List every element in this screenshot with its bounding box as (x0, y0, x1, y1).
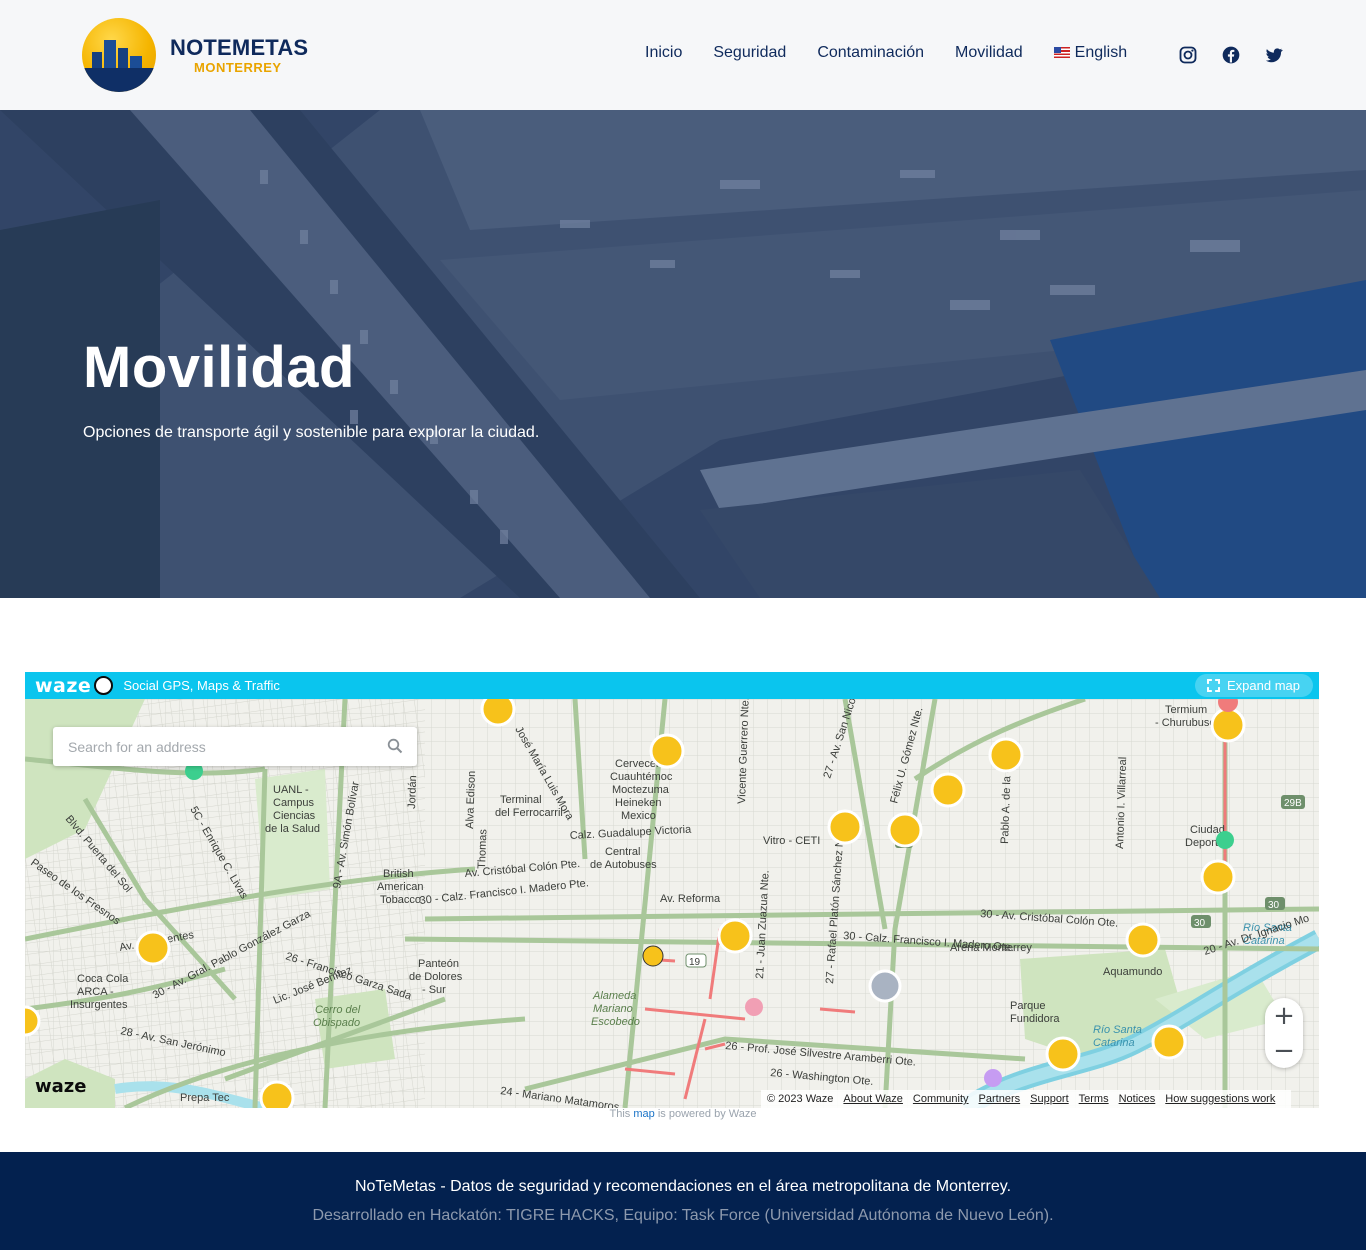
svg-text:Alva Edison: Alva Edison (464, 771, 478, 829)
svg-text:Heineken: Heineken (615, 797, 661, 809)
page-subtitle: Opciones de transporte ágil y sostenible… (83, 424, 540, 441)
svg-text:30: 30 (1194, 918, 1206, 929)
svg-text:Terminal: Terminal (500, 794, 542, 806)
site-logo[interactable]: NOTEMETAS MONTERREY (82, 18, 312, 92)
waze-map-widget[interactable]: waze Social GPS, Maps & Traffic Expand m… (25, 672, 1319, 1108)
support-link[interactable]: Support (1030, 1093, 1069, 1105)
waze-logo[interactable]: waze (35, 675, 91, 697)
expand-map-label: Expand map (1227, 678, 1300, 693)
svg-text:Ciencias: Ciencias (273, 810, 316, 822)
language-switcher[interactable]: English (1053, 44, 1128, 62)
address-search-input[interactable] (68, 738, 368, 755)
expand-map-button[interactable]: Expand map (1195, 674, 1313, 697)
svg-text:de la Salud: de la Salud (265, 823, 320, 835)
svg-text:Mexico: Mexico (621, 810, 656, 822)
waze-face-icon (94, 676, 114, 695)
footer-description: NoTeMetas - Datos de seguridad y recomen… (354, 1178, 1012, 1195)
svg-text:Arena Monterrey: Arena Monterrey (950, 942, 1032, 954)
svg-text:Tobacco: Tobacco (380, 894, 421, 906)
nav-item-seguridad[interactable]: Seguridad (713, 44, 786, 62)
powered-by-waze: This map is powered by Waze (609, 1108, 757, 1120)
footer-credits: Desarrollado en Hackatón: TIGRE HACKS, E… (312, 1207, 1054, 1224)
notices-link[interactable]: Notices (1119, 1093, 1156, 1105)
map-attribution: © 2023 Waze About Waze Community Partner… (761, 1090, 1292, 1108)
svg-text:Cuauhtémoc: Cuauhtémoc (610, 771, 673, 783)
svg-text:Escobedo: Escobedo (591, 1016, 640, 1028)
svg-text:Av. Reforma: Av. Reforma (660, 893, 721, 905)
svg-text:Coca Cola: Coca Cola (77, 973, 129, 985)
brand-name: NOTEMETAS (170, 34, 309, 60)
svg-text:Moctezuma: Moctezuma (612, 784, 670, 796)
zoom-in-button[interactable]: + (1265, 998, 1303, 1033)
svg-text:Insurgentes: Insurgentes (70, 999, 128, 1011)
zoom-out-button[interactable]: − (1265, 1033, 1303, 1068)
page-title: Movilidad (83, 335, 355, 400)
how-suggestions-work-link[interactable]: How suggestions work (1165, 1093, 1275, 1105)
facebook-icon[interactable] (1221, 45, 1241, 65)
nav-item-movilidad[interactable]: Movilidad (955, 44, 1023, 62)
partners-link[interactable]: Partners (979, 1093, 1021, 1105)
brand-city: MONTERREY (194, 59, 282, 75)
svg-text:30: 30 (1268, 900, 1280, 911)
svg-text:British: British (383, 868, 414, 880)
zoom-control: + − (1265, 998, 1303, 1068)
nav-item-inicio[interactable]: Inicio (645, 44, 682, 62)
copyright-text: © 2023 Waze (767, 1093, 834, 1105)
svg-text:19: 19 (689, 957, 701, 968)
svg-text:29B: 29B (1284, 798, 1302, 809)
us-flag-icon (1053, 47, 1070, 58)
svg-text:Alameda: Alameda (592, 990, 636, 1002)
svg-text:Termium: Termium (1165, 704, 1207, 716)
svg-text:Catarina: Catarina (1093, 1037, 1135, 1049)
waze-tagline: Social GPS, Maps & Traffic (123, 678, 280, 693)
svg-text:Jordán: Jordán (406, 775, 419, 809)
svg-text:Río Santa: Río Santa (1093, 1024, 1142, 1036)
svg-text:Vitro - CETI: Vitro - CETI (763, 835, 820, 847)
community-link[interactable]: Community (913, 1093, 969, 1105)
svg-text:Obispado: Obispado (313, 1017, 360, 1029)
waze-header-bar: waze Social GPS, Maps & Traffic Expand m… (25, 672, 1319, 699)
svg-text:Panteón: Panteón (418, 958, 459, 970)
svg-text:Parque: Parque (1010, 1000, 1045, 1012)
svg-text:Central: Central (605, 846, 640, 858)
svg-text:- Sur: - Sur (422, 984, 446, 996)
instagram-icon[interactable] (1178, 45, 1198, 65)
twitter-icon[interactable] (1264, 45, 1284, 65)
nav-item-contaminacion[interactable]: Contaminación (817, 44, 924, 62)
svg-text:Mariano: Mariano (593, 1003, 633, 1015)
svg-text:Prepa Tec: Prepa Tec (180, 1092, 230, 1104)
svg-text:UANL -: UANL - (273, 784, 309, 796)
terms-link[interactable]: Terms (1079, 1093, 1109, 1105)
language-label: English (1074, 44, 1128, 61)
svg-text:American: American (377, 881, 423, 893)
svg-text:Thomas: Thomas (476, 828, 489, 869)
main-nav: Inicio Seguridad Contaminación Movilidad… (645, 44, 1158, 62)
social-links (1178, 45, 1307, 65)
about-waze-link[interactable]: About Waze (843, 1093, 903, 1105)
svg-text:de Autobuses: de Autobuses (590, 859, 657, 871)
site-footer: NoTeMetas - Datos de seguridad y recomen… (0, 1152, 1366, 1250)
svg-text:ARCA -: ARCA - (77, 986, 114, 998)
city-skyline-logo-icon (82, 18, 156, 92)
map-link[interactable]: map (633, 1108, 654, 1120)
svg-text:Fundidora: Fundidora (1010, 1013, 1060, 1025)
expand-icon (1207, 679, 1220, 692)
svg-text:Campus: Campus (273, 797, 314, 809)
site-header: NOTEMETAS MONTERREY Inicio Seguridad Con… (0, 0, 1366, 110)
svg-text:Aquamundo: Aquamundo (1103, 966, 1162, 978)
svg-text:de Dolores: de Dolores (409, 971, 463, 983)
svg-text:Cerro del: Cerro del (315, 1004, 361, 1016)
svg-text:del Ferrocarril: del Ferrocarril (495, 807, 563, 819)
search-icon[interactable] (387, 738, 403, 754)
map-search-box (53, 727, 417, 766)
hero-banner: Movilidad Opciones de transporte ágil y … (0, 110, 1366, 598)
waze-watermark-logo: waze (35, 1076, 87, 1097)
